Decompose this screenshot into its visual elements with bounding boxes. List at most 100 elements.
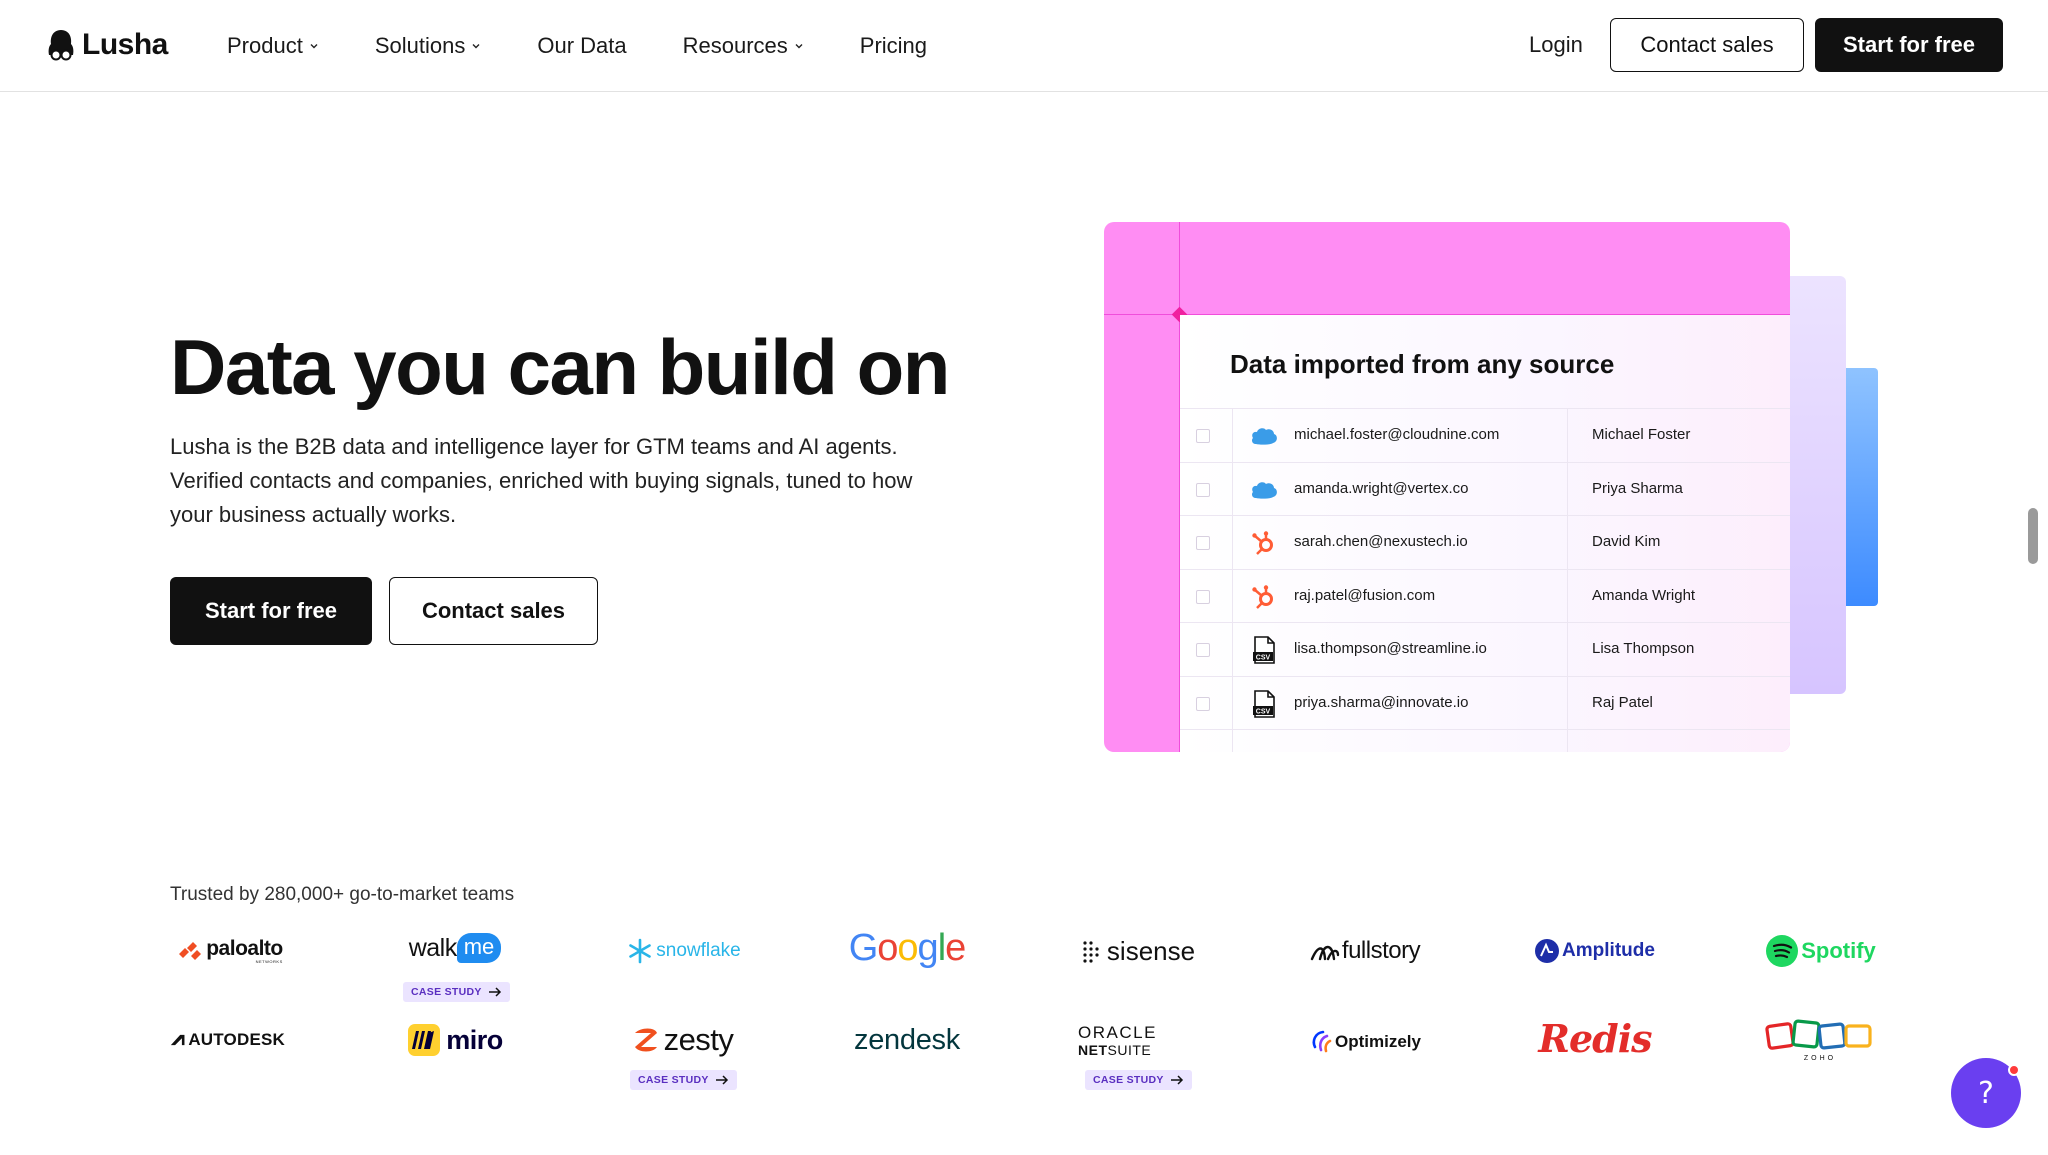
table-row: CSV priya.sharma@innovate.io Raj Patel [1180, 675, 1790, 729]
contact-email: amanda.wright@vertex.co [1294, 479, 1469, 497]
csv-label: CSV [1256, 708, 1271, 715]
nav-product[interactable]: Product [227, 33, 319, 59]
nav-product-label: Product [227, 33, 303, 58]
contact-name: Lisa Thompson [1592, 640, 1695, 657]
nav-resources[interactable]: Resources [683, 33, 804, 59]
contact-name: Michael Foster [1592, 426, 1691, 443]
oracle-text: ORACLE [1078, 1022, 1157, 1042]
contact-email: priya.sharma@innovate.io [1294, 693, 1469, 711]
hero-contact-sales-button[interactable]: Contact sales [389, 577, 598, 645]
nav-our-data-label: Our Data [537, 33, 627, 58]
row-checkbox[interactable] [1196, 536, 1210, 550]
snowflake-text: snowflake [656, 940, 741, 961]
hubspot-icon [1250, 583, 1278, 611]
hero-start-free-button[interactable]: Start for free [170, 577, 372, 645]
google-letter-g: G [848, 926, 879, 969]
case-study-label: CASE STUDY [1093, 1074, 1164, 1086]
page-scrollbar[interactable] [2028, 508, 2038, 564]
question-icon: ? [1978, 1075, 1994, 1111]
nav-pricing[interactable]: Pricing [860, 33, 927, 59]
fullstory-text: fullstory [1341, 937, 1421, 964]
redis-logo: Redis [1535, 1015, 1655, 1061]
contact-email: raj.patel@fusion.com [1294, 586, 1436, 604]
lusha-logo[interactable]: Lusha [46, 28, 168, 62]
walkme-bubble: me [456, 933, 502, 963]
table-row: michael.foster@cloudnine.com Michael Fos… [1180, 408, 1790, 462]
spotify-mark-icon [1766, 935, 1799, 967]
row-checkbox[interactable] [1196, 482, 1210, 497]
column-divider [1232, 409, 1233, 462]
zesty-text: zesty [663, 1022, 734, 1057]
nav-solutions-label: Solutions [374, 33, 466, 58]
netsuite-case-study-badge[interactable]: CASE STUDY [1085, 1070, 1192, 1090]
miro-logo: miro [408, 1018, 503, 1062]
snowflake-logo: snowflake [624, 929, 744, 973]
arrow-right-icon [715, 1075, 728, 1085]
fullstory-logo: fullstory [1305, 929, 1425, 973]
amplitude-mark-icon [1535, 939, 1560, 963]
column-divider [1567, 462, 1568, 515]
paloalto-mark-icon [179, 942, 202, 960]
lusha-logo-icon [48, 30, 74, 61]
contact-name: David Kim [1592, 533, 1661, 550]
card-title: Data imported from any source [1230, 349, 1615, 379]
column-divider [1567, 623, 1568, 676]
csv-file-icon: CSV [1250, 689, 1278, 718]
contact-name: Amanda Wright [1592, 586, 1696, 604]
main-nav: Product Solutions Our Data Resources Pri… [227, 0, 983, 92]
data-import-card: Data imported from any source michael.fo… [1104, 222, 1790, 752]
table-row: raj.patel@fusion.com Amanda Wright [1180, 568, 1790, 622]
column-divider [1567, 516, 1568, 569]
hero-description: Lusha is the B2B data and intelligence l… [170, 434, 913, 527]
column-divider [1232, 676, 1233, 729]
column-divider [1232, 730, 1233, 752]
sisense-logo: sisense [1078, 929, 1198, 973]
arrow-right-icon [488, 987, 501, 997]
login-link[interactable]: Login [1529, 32, 1583, 58]
optimizely-mark-icon [1312, 1030, 1332, 1053]
amplitude-text: Amplitude [1562, 940, 1655, 961]
google-letter-g2: g [917, 926, 939, 969]
sisense-text: sisense [1106, 935, 1196, 966]
chevron-down-icon [795, 44, 803, 49]
miro-text: miro [446, 1024, 503, 1055]
optimizely-text: Optimizely [1335, 1032, 1421, 1051]
contact-email: lisa.thompson@streamline.io [1294, 640, 1487, 657]
redis-text: Redis [1538, 1015, 1652, 1061]
zesty-case-study-badge[interactable]: CASE STUDY [630, 1070, 737, 1090]
nav-pricing-label: Pricing [859, 33, 928, 58]
amplitude-logo: Amplitude [1535, 929, 1655, 973]
row-checkbox[interactable] [1196, 589, 1210, 604]
paloalto-subtext: NETWORKS [255, 958, 283, 964]
case-study-label: CASE STUDY [638, 1074, 709, 1086]
row-checkbox[interactable] [1196, 696, 1210, 711]
salesforce-icon [1250, 476, 1278, 504]
nav-solutions[interactable]: Solutions [375, 33, 482, 59]
google-logo: Google [847, 926, 967, 970]
contact-name: Raj Patel [1592, 693, 1653, 711]
hubspot-icon [1250, 529, 1278, 557]
zendesk-logo: zendesk [847, 1018, 967, 1062]
header-start-free-button[interactable]: Start for free [1815, 18, 2003, 72]
walkme-case-study-badge[interactable]: CASE STUDY [403, 982, 510, 1002]
spotify-logo: Spotify [1766, 929, 1876, 973]
row-checkbox[interactable] [1196, 643, 1210, 657]
row-checkbox[interactable] [1196, 429, 1210, 443]
zoho-mark-icon [1765, 1019, 1872, 1050]
table-row: CSV lisa.thompson@streamline.io Lisa Tho… [1180, 622, 1790, 676]
column-divider [1232, 623, 1233, 676]
hero-title: Data you can build on [170, 323, 950, 411]
header-contact-sales-button[interactable]: Contact sales [1610, 18, 1804, 72]
case-study-label: CASE STUDY [411, 986, 482, 998]
zoho-text: ZOHO [1803, 1055, 1837, 1062]
column-divider [1232, 462, 1233, 515]
table-row: amanda.wright@vertex.co Priya Sharma [1180, 461, 1790, 515]
arrow-right-icon [1170, 1075, 1183, 1085]
csv-file-icon: CSV [1250, 636, 1278, 664]
sisense-mark-icon [1083, 941, 1099, 963]
google-letter-e: e [945, 926, 966, 969]
netsuite-text-bold: NET [1078, 1041, 1108, 1058]
nav-our-data[interactable]: Our Data [537, 33, 626, 59]
column-divider [1567, 569, 1568, 622]
spotify-text: Spotify [1801, 938, 1876, 963]
